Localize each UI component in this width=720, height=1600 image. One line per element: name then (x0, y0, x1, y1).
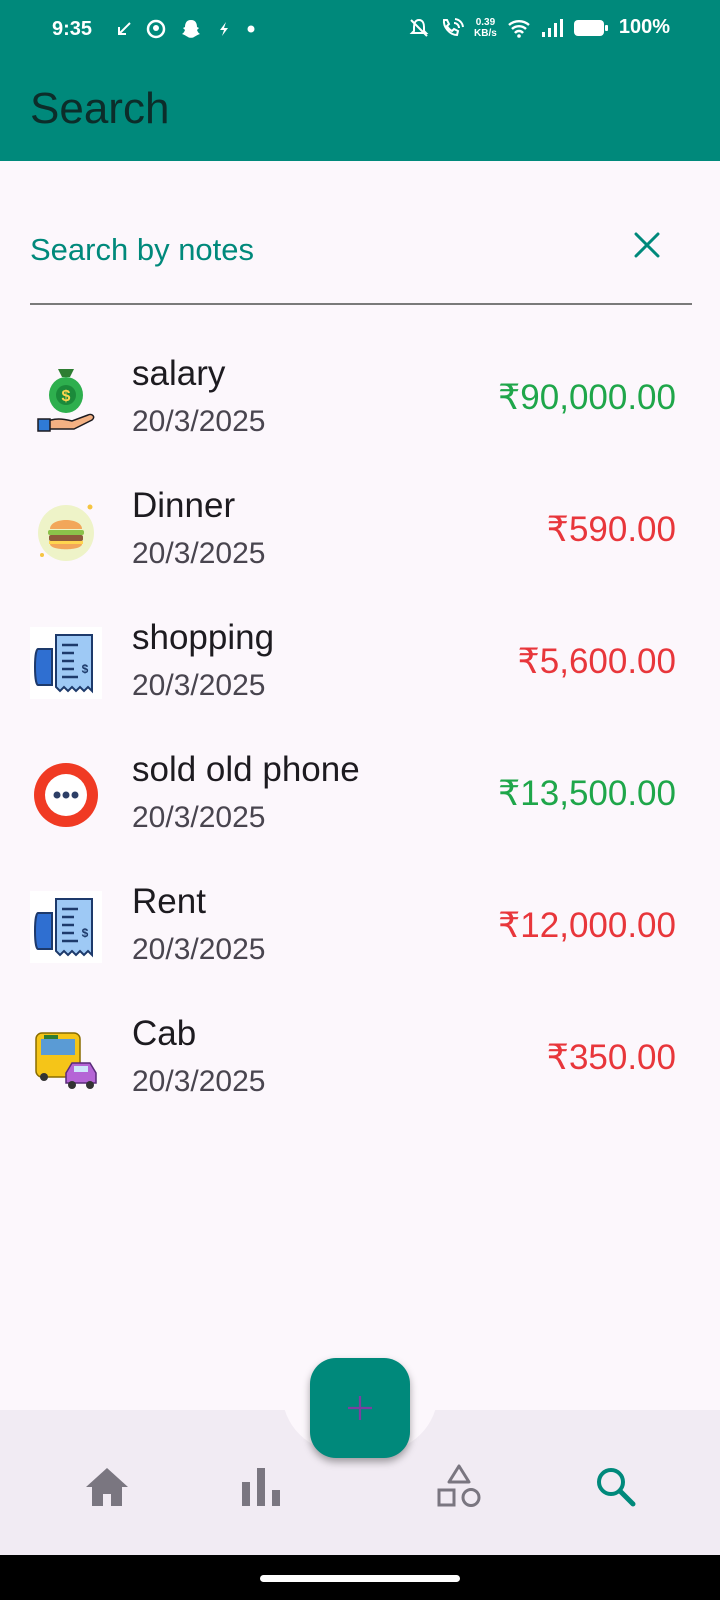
transaction-amount: ₹90,000.00 (498, 378, 676, 417)
transaction-date: 20/3/2025 (132, 933, 266, 966)
transaction-note: sold old phone (132, 750, 360, 789)
battery-icon (573, 19, 608, 36)
transaction-note: Rent (132, 882, 206, 921)
search-field (30, 215, 692, 305)
svg-text:$: $ (82, 662, 89, 676)
app-notification-icon (146, 19, 166, 39)
transaction-amount: ₹5,600.00 (517, 642, 676, 681)
search-input[interactable] (30, 225, 590, 275)
stats-icon[interactable] (236, 1462, 286, 1512)
svg-text:$: $ (82, 926, 89, 940)
more-icon (34, 763, 98, 827)
money-bag-icon: $ (37, 369, 95, 432)
transaction-amount: ₹13,500.00 (498, 774, 676, 813)
list-item[interactable]: Cab 20/3/2025 ₹350.00 (0, 1000, 720, 1132)
taxi-icon (35, 1032, 97, 1089)
app-bar: 9:35 0.39 KB/s 100% Search (0, 0, 720, 161)
transaction-amount: ₹350.00 (546, 1038, 676, 1077)
list-item[interactable]: sold old phone 20/3/2025 ₹13,500.00 (0, 736, 720, 868)
signal-icon (541, 18, 563, 37)
plus-icon (348, 1396, 372, 1420)
categories-icon[interactable] (434, 1462, 484, 1512)
transaction-date: 20/3/2025 (132, 537, 266, 570)
network-speed-value: 0.39 (475, 16, 496, 28)
burger-icon (38, 504, 94, 561)
transaction-amount: ₹12,000.00 (498, 906, 676, 945)
svg-text:$: $ (62, 388, 71, 405)
receipt-icon: $ (30, 891, 102, 963)
wifi-icon (508, 19, 530, 38)
network-speed: 0.39 KB/s (474, 17, 497, 39)
transaction-note: Cab (132, 1014, 197, 1053)
transaction-note: salary (132, 354, 226, 393)
transaction-amount: ₹590.00 (546, 510, 676, 549)
transaction-note: Dinner (132, 486, 236, 525)
network-speed-unit: KB/s (474, 27, 497, 39)
add-transaction-button[interactable] (310, 1358, 410, 1458)
list-item[interactable]: $ shopping 20/3/2025 ₹5,600.00 (0, 604, 720, 736)
dot-icon (247, 25, 255, 33)
transaction-list: $ salary 20/3/2025 ₹90,000.00 Dinner 20/… (0, 340, 720, 1132)
list-item[interactable]: $ Rent 20/3/2025 ₹12,000.00 (0, 868, 720, 1000)
status-notification-icons (116, 18, 256, 40)
transaction-date: 20/3/2025 (132, 801, 266, 834)
status-bar: 9:35 0.39 KB/s 100% (0, 0, 720, 60)
list-item[interactable]: $ salary 20/3/2025 ₹90,000.00 (0, 340, 720, 472)
wifi-call-icon (443, 17, 465, 36)
status-system-icons: 0.39 KB/s 100% (408, 16, 670, 39)
snapchat-icon (182, 20, 200, 38)
flash-icon (220, 22, 228, 36)
status-time: 9:35 (52, 18, 93, 40)
search-icon[interactable] (590, 1462, 640, 1512)
home-icon[interactable] (82, 1462, 132, 1512)
transaction-date: 20/3/2025 (132, 1065, 266, 1098)
missed-call-icon (118, 22, 131, 35)
transaction-date: 20/3/2025 (132, 669, 266, 702)
close-icon[interactable] (632, 230, 662, 260)
page-title: Search (30, 84, 170, 133)
battery-percentage: 100% (618, 16, 670, 38)
transaction-date: 20/3/2025 (132, 405, 266, 438)
transaction-note: shopping (132, 618, 275, 657)
mute-icon (409, 18, 429, 37)
home-gesture-handle[interactable] (260, 1575, 460, 1582)
list-item[interactable]: Dinner 20/3/2025 ₹590.00 (0, 472, 720, 604)
receipt-icon: $ (30, 627, 102, 699)
